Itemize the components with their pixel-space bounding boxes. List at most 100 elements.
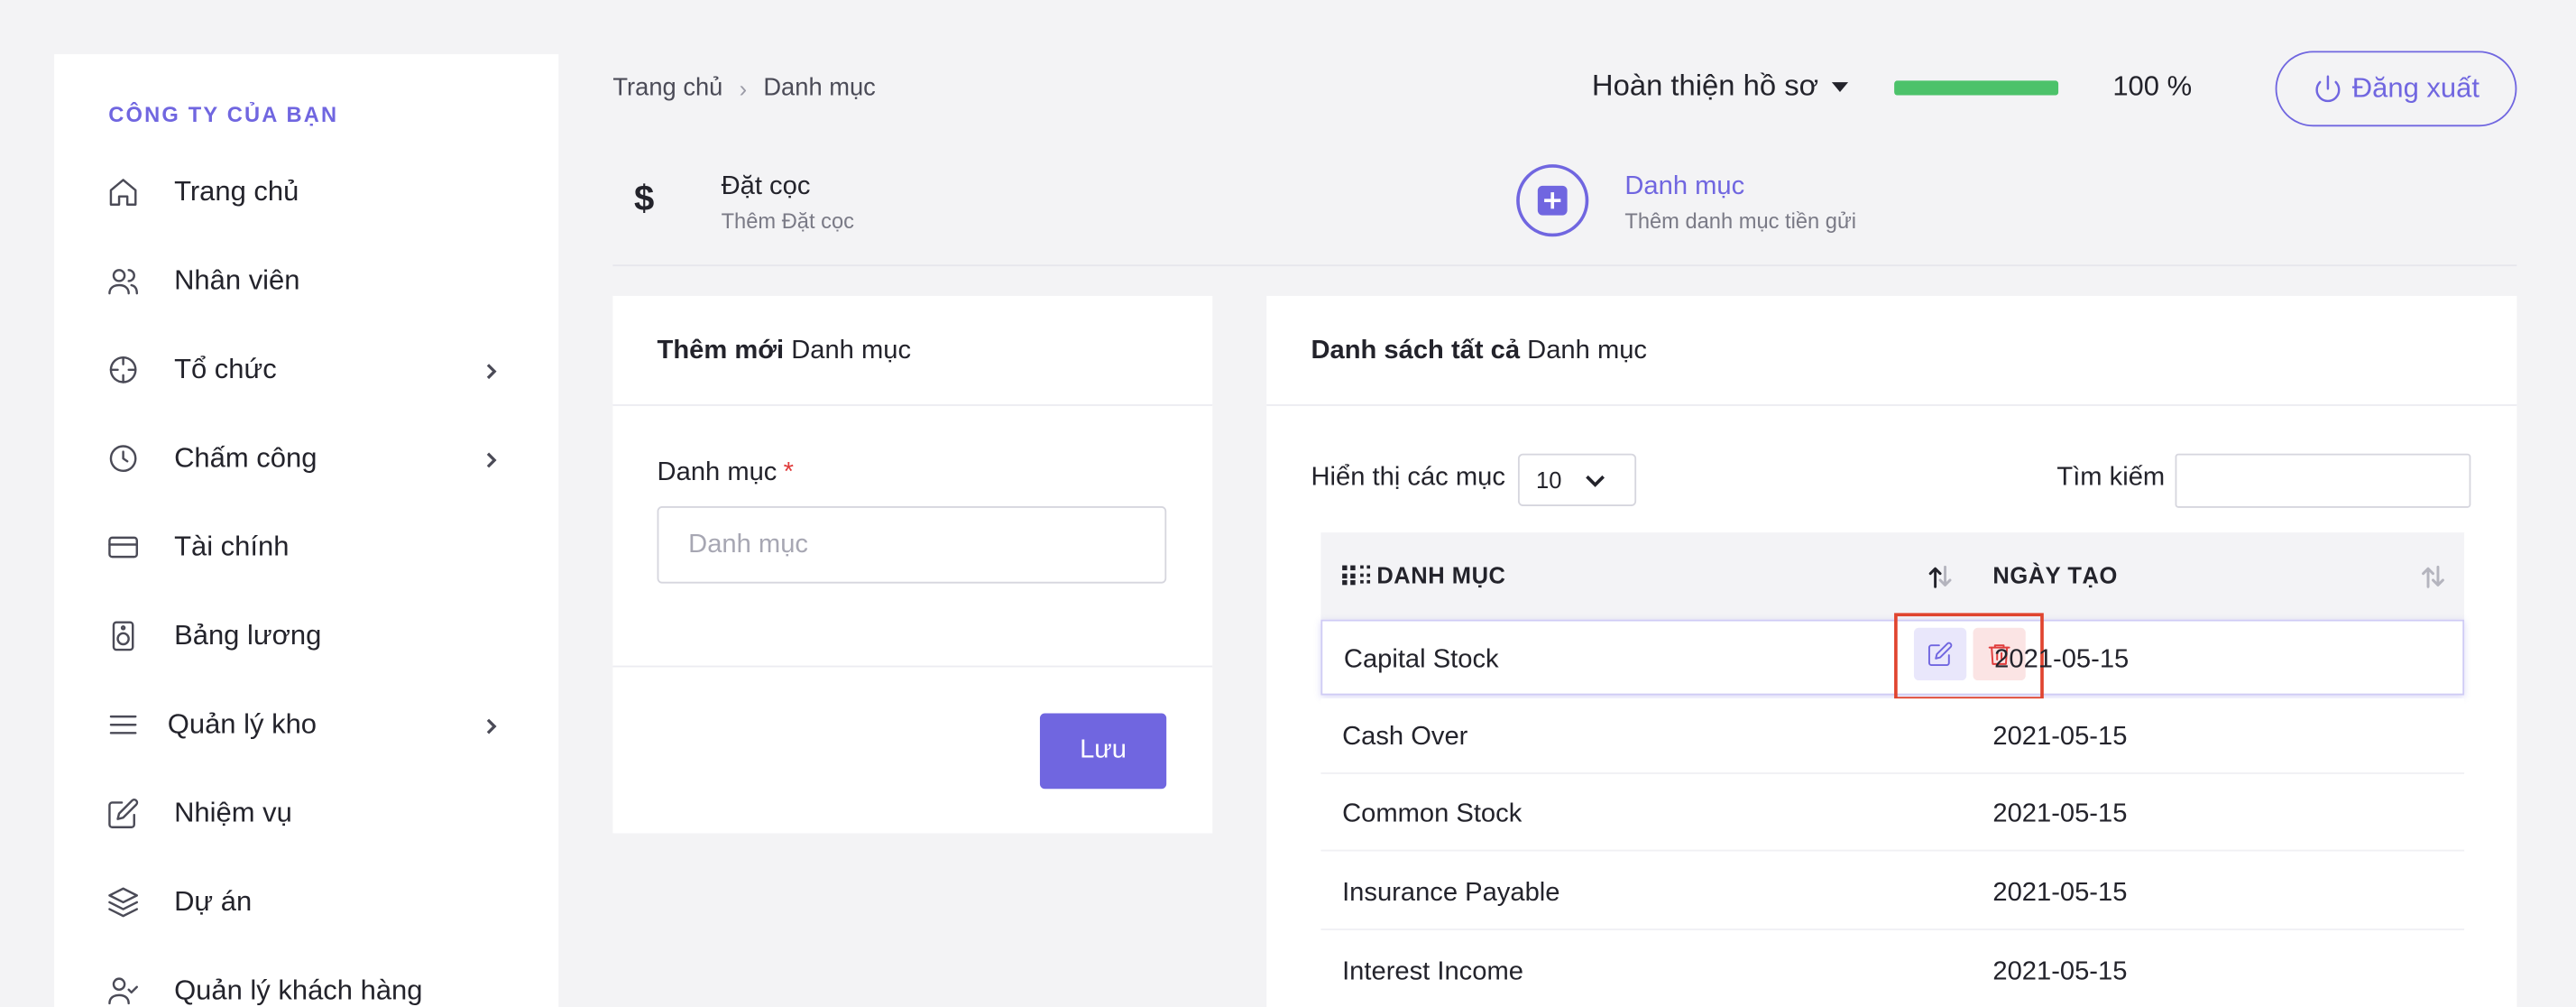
- card-header: Thêm mới Danh mục: [612, 296, 1213, 406]
- profile-completion-label: Hoàn thiện hồ sơ: [1591, 69, 1819, 102]
- table-row[interactable]: Cash Over 2021-05-15: [1320, 698, 2465, 774]
- cell-created-date: 2021-05-15: [1992, 800, 2128, 828]
- sidebar-item-organization[interactable]: Tổ chức: [54, 334, 558, 406]
- edit-icon: [1927, 642, 1953, 667]
- company-name: CÔNG TY CỦA BẠN: [108, 101, 339, 127]
- sort-icon[interactable]: [2420, 564, 2446, 590]
- breadcrumb-separator: ›: [739, 74, 748, 102]
- save-button[interactable]: Lưu: [1039, 713, 1167, 790]
- layers-icon: [106, 884, 142, 920]
- breadcrumb-home[interactable]: Trang chủ: [612, 74, 722, 102]
- cell-category: Interest Income: [1342, 957, 1523, 986]
- breadcrumb: Trang chủ › Danh mục: [612, 74, 875, 102]
- chevron-down-icon: [1586, 475, 1605, 487]
- sidebar-item-tasks[interactable]: Nhiệm vụ: [54, 778, 558, 850]
- users-icon: [106, 263, 142, 299]
- cell-category: Common Stock: [1342, 800, 1523, 828]
- cell-category: Capital Stock: [1343, 645, 1499, 674]
- column-header-created-date[interactable]: NGÀY TẠO: [1992, 562, 2118, 588]
- plus-square-icon: [1537, 185, 1568, 216]
- sidebar-item-inventory[interactable]: Quản lý kho: [54, 688, 558, 761]
- card-title: Danh sách tất cả Danh mục: [1311, 337, 1647, 366]
- home-icon: [106, 174, 142, 210]
- user-check-icon: [106, 973, 142, 1007]
- cell-category: Insurance Payable: [1342, 879, 1560, 908]
- credit-card-icon: [106, 529, 142, 565]
- sidebar-item-customers[interactable]: Quản lý khách hàng: [54, 955, 558, 1007]
- profile-progress-fill: [1894, 80, 2059, 96]
- search-input[interactable]: [2175, 453, 2471, 508]
- logout-label: Đăng xuất: [2351, 72, 2479, 104]
- sidebar-item-home[interactable]: Trang chủ: [54, 156, 558, 228]
- card-title-rest: Danh mục: [1520, 337, 1648, 365]
- sidebar-item-projects[interactable]: Dự án: [54, 866, 558, 938]
- required-mark: *: [783, 458, 795, 487]
- table-row[interactable]: Capital Stock 2021-05-15: [1320, 613, 2465, 700]
- sidebar-item-attendance[interactable]: Chấm công: [54, 422, 558, 494]
- card-title-bold: Thêm mới: [657, 337, 785, 365]
- sidebar-item-label: Tài chính: [174, 531, 290, 562]
- card-title: Thêm mới Danh mục: [658, 337, 911, 366]
- sidebar-item-label: Nhiệm vụ: [174, 797, 292, 828]
- sidebar-item-payroll[interactable]: Bảng lương: [54, 600, 558, 672]
- step-deposit-title[interactable]: Đặt cọc: [722, 172, 811, 202]
- edit-icon: [106, 796, 142, 832]
- category-field-label: Danh mục *: [658, 458, 794, 488]
- table-row[interactable]: Interest Income 2021-05-15: [1320, 933, 2465, 1007]
- sidebar-item-label: Bảng lương: [174, 619, 322, 651]
- power-icon: [2314, 75, 2340, 103]
- step-category-circle[interactable]: [1516, 164, 1589, 237]
- card-title-rest: Danh mục: [784, 337, 912, 365]
- sidebar-item-employees[interactable]: Nhân viên: [54, 245, 558, 317]
- dollar-icon: $: [634, 177, 655, 219]
- step-category-title[interactable]: Danh mục: [1624, 172, 1744, 202]
- cell-created-date: 2021-05-15: [1992, 723, 2128, 752]
- profile-progress-text: 100 %: [2112, 70, 2193, 102]
- sidebar: CÔNG TY CỦA BẠN Trang chủ Nhân viên Tổ c…: [54, 54, 559, 1007]
- category-label-text: Danh mục: [657, 458, 777, 487]
- cell-created-date: 2021-05-15: [1994, 645, 2130, 674]
- step-deposit-subtitle: Thêm Đặt cọc: [721, 208, 854, 234]
- sidebar-item-finance[interactable]: Tài chính: [54, 511, 558, 583]
- clock-icon: [106, 440, 142, 476]
- sidebar-item-label: Dự án: [174, 885, 253, 918]
- crosshair-icon: [106, 352, 142, 388]
- sidebar-item-label: Nhân viên: [174, 264, 300, 296]
- caret-down-icon: [1831, 81, 1848, 92]
- step-category-subtitle: Thêm danh mục tiền gửi: [1624, 208, 1857, 234]
- cell-category: Cash Over: [1342, 723, 1468, 752]
- chevron-right-icon: [482, 448, 501, 468]
- sidebar-item-label: Chấm công: [174, 441, 317, 474]
- sidebar-item-label: Quản lý khách hàng: [174, 975, 423, 1006]
- table-row[interactable]: Insurance Payable 2021-05-15: [1320, 855, 2465, 930]
- profile-completion-dropdown[interactable]: Hoàn thiện hồ sơ: [1592, 69, 1848, 103]
- cell-created-date: 2021-05-15: [1992, 879, 2128, 908]
- table-row[interactable]: Common Stock 2021-05-15: [1320, 775, 2465, 852]
- show-entries-label: Hiển thị các mục: [1311, 463, 1505, 492]
- speaker-icon: [106, 618, 142, 654]
- sidebar-item-label: Quản lý kho: [167, 708, 317, 740]
- sidebar-item-label: Trang chủ: [174, 175, 299, 208]
- breadcrumb-current: Danh mục: [763, 73, 876, 102]
- chevron-right-icon: [482, 360, 501, 380]
- edit-button[interactable]: [1913, 627, 1967, 681]
- card-header: Danh sách tất cả Danh mục: [1266, 296, 2517, 406]
- search-label: Tìm kiếm: [2056, 463, 2166, 492]
- sidebar-item-label: Tổ chức: [174, 353, 277, 385]
- cell-created-date: 2021-05-15: [1992, 957, 2128, 986]
- category-input[interactable]: [657, 505, 1167, 584]
- logout-button[interactable]: Đăng xuất: [2275, 51, 2517, 127]
- drag-handle-icon: [1342, 565, 1371, 586]
- profile-progress-bar: [1894, 80, 2059, 96]
- category-list-card: Danh sách tất cả Danh mục Hiển thị các m…: [1266, 295, 2517, 1007]
- table-header: DANH MỤC NGÀY TẠO: [1320, 532, 2465, 620]
- menu-icon: [106, 707, 142, 743]
- column-header-category[interactable]: DANH MỤC: [1376, 562, 1505, 588]
- page-size-value: 10: [1536, 467, 1562, 494]
- add-category-card: Thêm mới Danh mục Danh mục* Lưu: [612, 295, 1213, 834]
- chevron-right-icon: [482, 715, 501, 734]
- form-divider: [612, 665, 1213, 668]
- steps-divider: [612, 264, 2517, 267]
- page-size-select[interactable]: 10: [1517, 453, 1637, 506]
- sort-icon[interactable]: [1927, 564, 1954, 590]
